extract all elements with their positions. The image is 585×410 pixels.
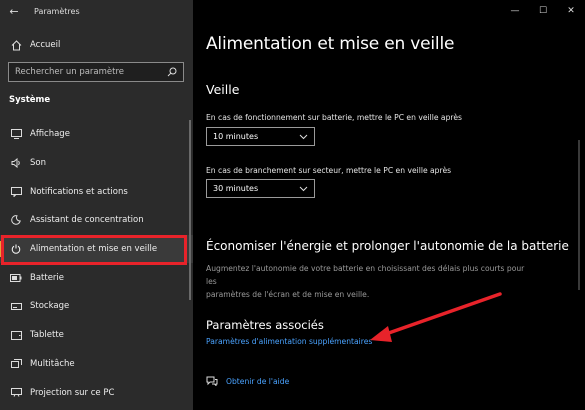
sidebar: ← Paramètres Accueil Rechercher un param… [0,0,193,410]
save-energy-heading: Économiser l'énergie et prolonger l'auto… [206,239,569,253]
multitask-icon [8,359,24,369]
battery-sleep-value: 10 minutes [213,132,259,141]
sidebar-item-label: Assistant de concentration [30,215,144,226]
chevron-down-icon [295,134,311,140]
battery-icon [8,273,24,282]
page-title: Alimentation et mise en veille [206,34,455,54]
sidebar-item-label: Batterie [30,272,65,283]
notification-icon [8,186,24,197]
power-icon [8,244,24,254]
plugged-sleep-label: En cas de branchement sur secteur, mettr… [206,166,452,175]
app-title: Paramètres [34,6,80,16]
sidebar-item-label: Affichage [30,129,70,140]
titlebar-left: ← Paramètres [0,0,193,22]
get-help-link[interactable]: Obtenir de l'aide [226,377,289,386]
maximize-button[interactable]: ☐ [529,0,557,22]
sidebar-nav: Affichage Son Notifications et actions A… [0,120,193,407]
close-icon: ✕ [567,6,575,16]
save-energy-description-line: Augmentez l'autonomie de votre batterie … [206,264,525,286]
window-controls: — ☐ ✕ [501,0,585,22]
sidebar-item-focus-assist[interactable]: Assistant de concentration [0,206,193,235]
sidebar-item-label: Stockage [30,301,70,312]
minimize-button[interactable]: — [501,0,529,22]
sidebar-item-sound[interactable]: Son [0,149,193,178]
battery-sleep-label: En cas de fonctionnement sur batterie, m… [206,113,462,122]
related-settings-heading: Paramètres associés [206,318,324,332]
help-chat-icon [206,376,220,386]
maximize-icon: ☐ [538,6,548,16]
section-title: Système [9,95,51,105]
storage-icon [8,302,24,310]
chevron-down-icon [295,186,311,192]
back-button[interactable]: ← [0,0,28,22]
projection-icon [8,388,24,397]
sidebar-item-label: Notifications et actions [30,186,128,197]
sidebar-item-display[interactable]: Affichage [0,120,193,149]
content-scrollbar[interactable] [578,140,580,290]
sidebar-item-label: Son [30,158,46,169]
sidebar-item-storage[interactable]: Stockage [0,292,193,321]
save-energy-description: Augmentez l'autonomie de votre batterie … [206,262,526,301]
search-icon[interactable] [164,67,180,77]
sidebar-item-label: Projection sur ce PC [30,387,115,398]
battery-sleep-select[interactable]: 10 minutes [206,127,315,146]
close-button[interactable]: ✕ [557,0,585,22]
sidebar-item-projection[interactable]: Projection sur ce PC [0,378,193,407]
save-energy-description-line: paramètres de l'écran et de mise en veil… [206,290,370,299]
sidebar-item-label: Tablette [30,330,64,341]
help-row[interactable]: Obtenir de l'aide [206,376,289,386]
sidebar-item-home[interactable]: Accueil [0,35,193,55]
home-icon [8,39,24,51]
tablet-icon [8,330,24,340]
sidebar-item-multitasking[interactable]: Multitâche [0,350,193,379]
moon-icon [8,215,24,226]
search-input[interactable]: Rechercher un paramètre [8,62,184,82]
home-label: Accueil [30,40,61,50]
main-content: — ☐ ✕ Alimentation et mise en veille Vei… [193,0,585,410]
sleep-heading: Veille [206,82,240,97]
speaker-icon [8,158,24,169]
back-arrow-icon: ← [9,4,19,18]
sidebar-item-notifications[interactable]: Notifications et actions [0,177,193,206]
sidebar-scrollbar[interactable] [189,120,191,300]
search-placeholder: Rechercher un paramètre [15,67,125,77]
sidebar-item-label: Alimentation et mise en veille [30,244,158,255]
sidebar-item-label: Multitâche [30,358,75,369]
sidebar-item-power-sleep[interactable]: Alimentation et mise en veille [0,234,193,264]
plugged-sleep-select[interactable]: 30 minutes [206,179,315,198]
additional-power-settings-link[interactable]: Paramètres d'alimentation supplémentaire… [206,337,372,346]
plugged-sleep-value: 30 minutes [213,184,259,193]
monitor-icon [8,129,24,140]
sidebar-item-tablet[interactable]: Tablette [0,321,193,350]
sidebar-item-battery[interactable]: Batterie [0,263,193,292]
minimize-icon: — [510,6,520,16]
